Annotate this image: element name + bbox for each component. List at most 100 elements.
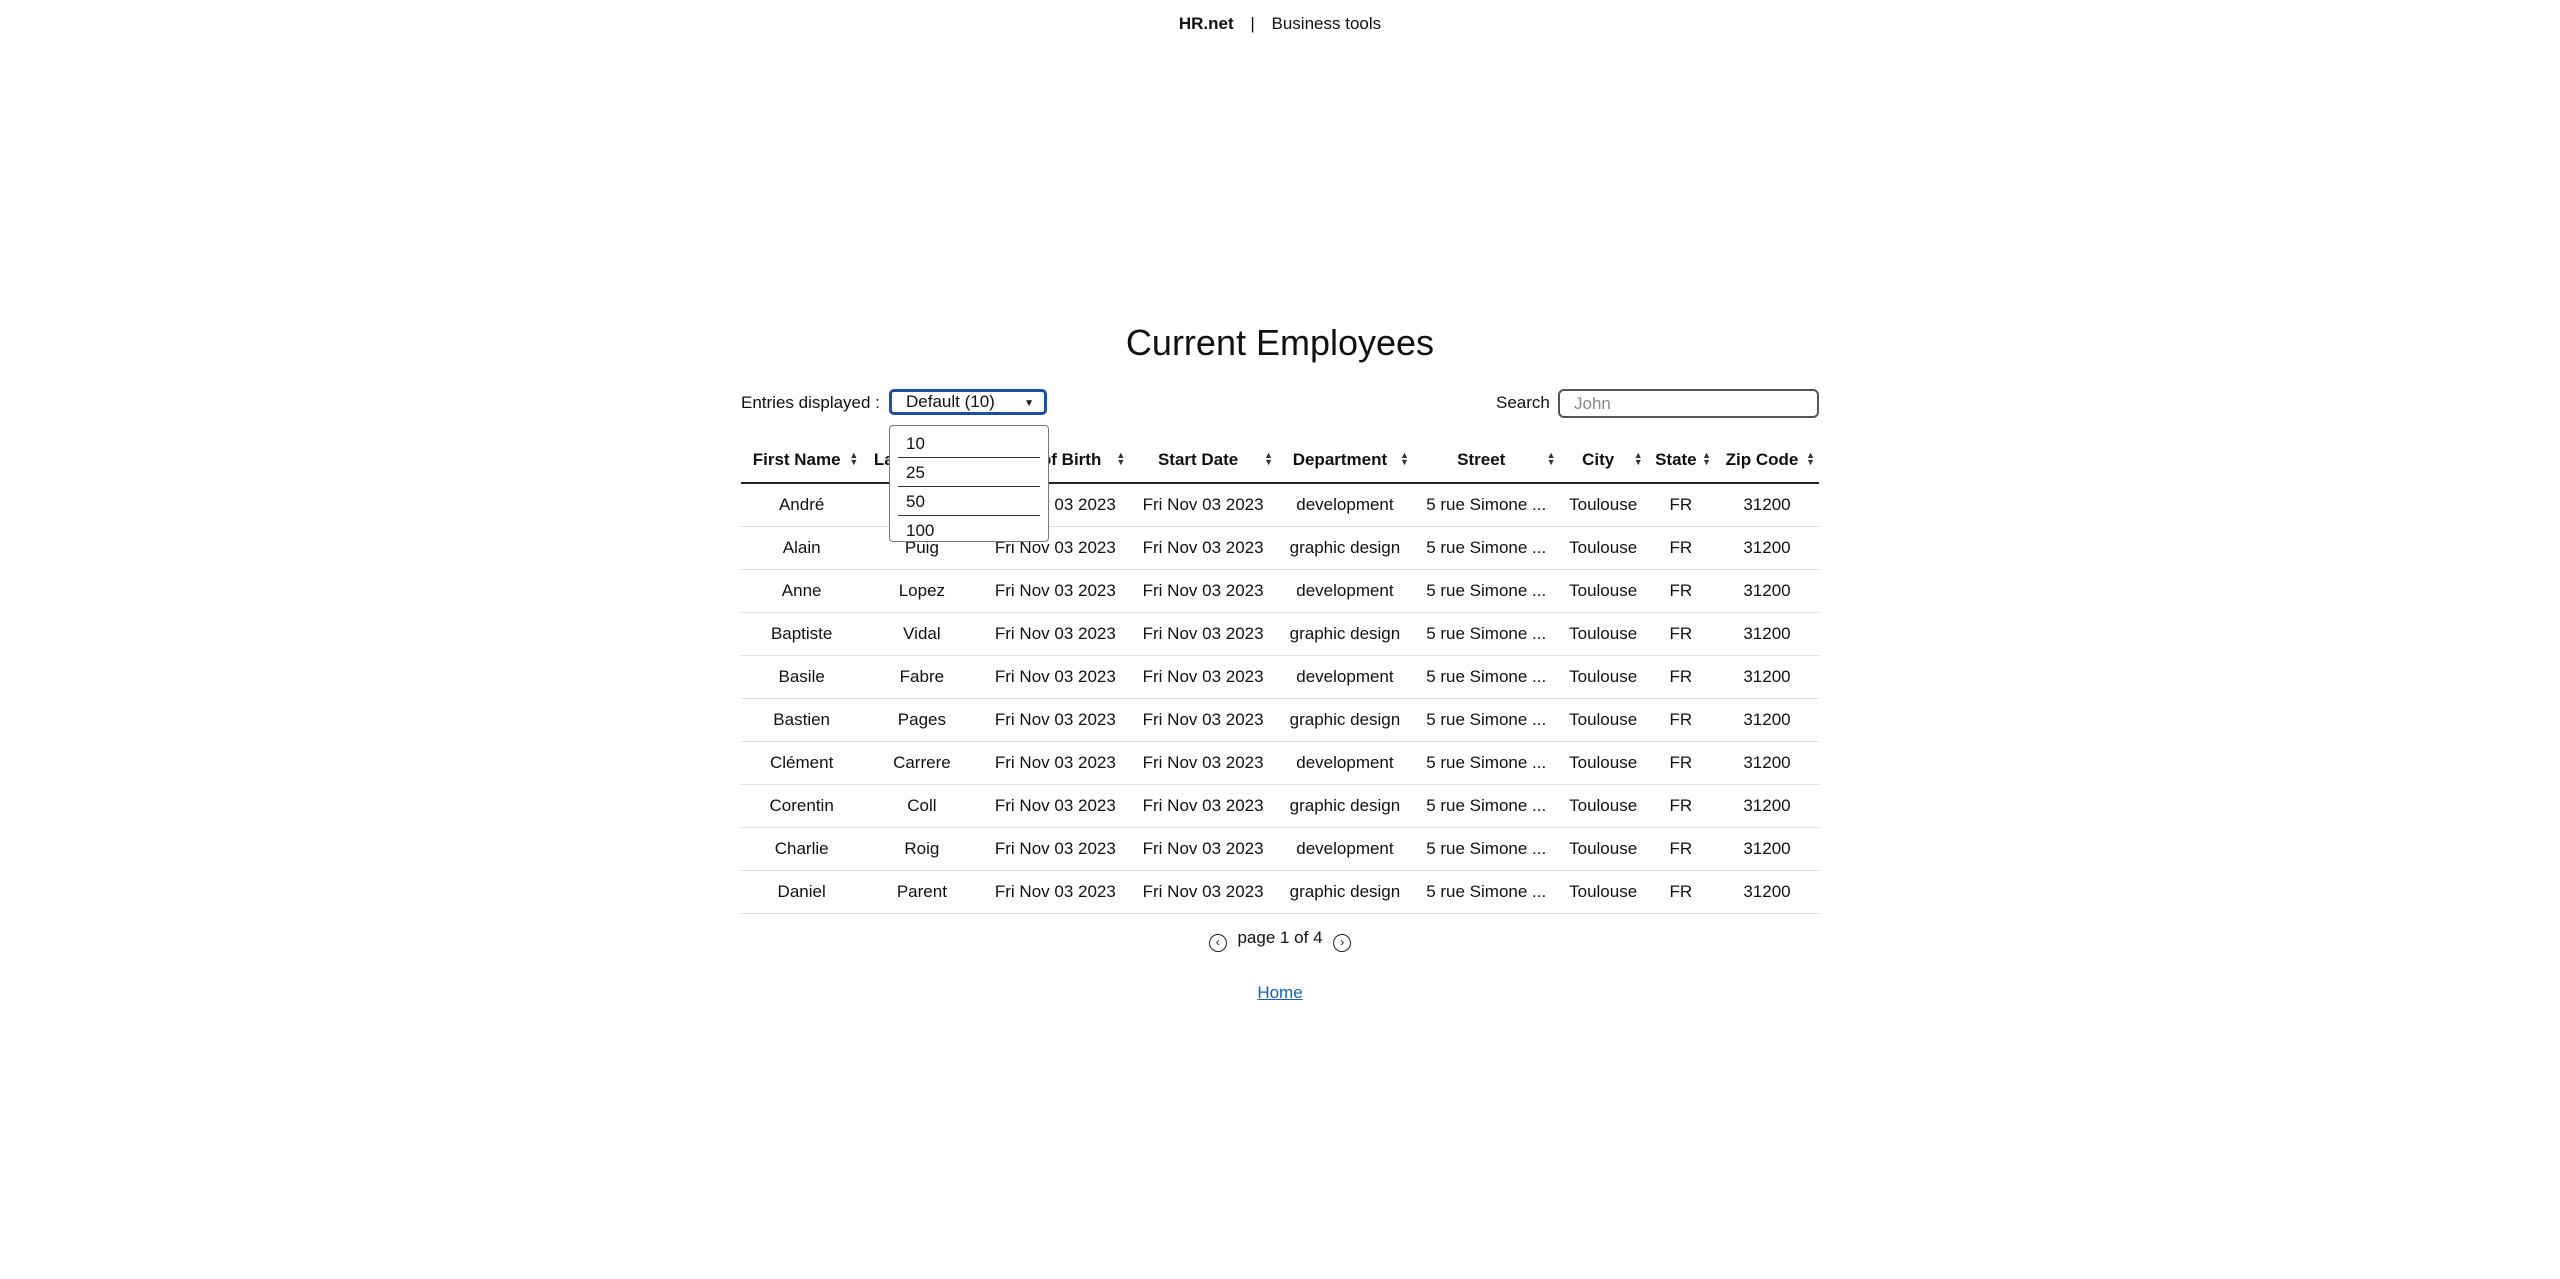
table-cell: development <box>1277 655 1413 699</box>
dropdown-caret-icon: ▼ <box>1024 398 1034 409</box>
table-cell: 31200 <box>1714 870 1819 914</box>
table-cell: Fri Nov 03 2023 <box>981 827 1130 871</box>
header-separator: | <box>1250 14 1255 33</box>
column-header[interactable]: Street ▲ ▼ <box>1412 438 1560 484</box>
table-cell: FR <box>1646 870 1715 914</box>
entries-option[interactable]: 10 <box>898 430 1040 458</box>
table-cell: Fri Nov 03 2023 <box>981 698 1130 742</box>
table-cell: Fri Nov 03 2023 <box>1129 698 1277 742</box>
table-cell: FR <box>1646 526 1715 570</box>
column-header[interactable]: Zip Code ▲ ▼ <box>1714 438 1819 484</box>
table-cell: Carrere <box>862 741 982 785</box>
table-row: Basile Fabre Fri Nov 03 2023 Fri Nov 03 202… <box>741 655 1819 699</box>
sort-icon[interactable]: ▲▼ <box>1547 451 1556 467</box>
table-cell: 31200 <box>1714 483 1819 527</box>
entries-option[interactable]: 50 <box>898 488 1040 516</box>
column-header[interactable]: State ▲ ▼ <box>1646 438 1715 484</box>
table-cell: 31200 <box>1714 526 1819 570</box>
table-cell: Charlie <box>741 827 863 871</box>
table-cell: Fri Nov 03 2023 <box>1129 784 1277 828</box>
table-cell: Toulouse <box>1559 655 1647 699</box>
table-row: Bastien Pages Fri Nov 03 2023 Fri Nov 03 20… <box>741 698 1819 742</box>
entries-dropdown-list: 10 25 50 100 <box>889 425 1049 542</box>
search-label: Search <box>1496 393 1550 412</box>
chevron-right-circle-icon[interactable]: › <box>1333 934 1352 952</box>
sort-icon[interactable]: ▲▼ <box>1702 451 1711 467</box>
table-cell: 31200 <box>1714 698 1819 742</box>
table-cell: development <box>1277 569 1413 613</box>
table-cell: graphic design <box>1277 612 1413 656</box>
table-cell: Fri Nov 03 2023 <box>981 655 1130 699</box>
table-cell: Daniel <box>741 870 863 914</box>
sort-icon[interactable]: ▲▼ <box>849 451 858 467</box>
table-cell: Coll <box>862 784 982 828</box>
table-row: Daniel Parent Fri Nov 03 2023 Fri Nov 03 20… <box>741 870 1819 914</box>
table-cell: FR <box>1646 655 1715 699</box>
home-link-container: Home <box>0 983 2560 1003</box>
search-input[interactable] <box>1558 389 1819 418</box>
table-cell: Fri Nov 03 2023 <box>1129 526 1277 570</box>
table-cell: Parent <box>862 870 982 914</box>
table-cell: Bastien <box>741 698 863 742</box>
table-cell: graphic design <box>1277 698 1413 742</box>
column-header[interactable]: Start Date ▲ ▼ <box>1129 438 1277 484</box>
table-cell: Anne <box>741 569 863 613</box>
table-cell: Fri Nov 03 2023 <box>981 569 1130 613</box>
table-cell: 31200 <box>1714 655 1819 699</box>
table-cell: FR <box>1646 784 1715 828</box>
table-cell: 5 rue Simone ... <box>1412 526 1560 570</box>
entries-option[interactable]: 25 <box>898 459 1040 487</box>
table-cell: Toulouse <box>1559 526 1647 570</box>
table-cell: Toulouse <box>1559 483 1647 527</box>
home-link[interactable]: Home <box>1257 983 1302 1002</box>
table-cell: Toulouse <box>1559 612 1647 656</box>
column-header-label: State <box>1655 450 1697 469</box>
table-cell: 5 rue Simone ... <box>1412 569 1560 613</box>
table-cell: Lopez <box>862 569 982 613</box>
table-cell: Fri Nov 03 2023 <box>1129 612 1277 656</box>
sort-icon[interactable]: ▲▼ <box>1634 451 1643 467</box>
table-cell: 5 rue Simone ... <box>1412 827 1560 871</box>
sort-icon[interactable]: ▲▼ <box>1116 451 1125 467</box>
table-body: AndréMartinFri Nov 03 2023Fri Nov 03 202… <box>741 483 1819 914</box>
table-cell: 5 rue Simone ... <box>1412 655 1560 699</box>
table-cell: Toulouse <box>1559 827 1647 871</box>
table-cell: Basile <box>741 655 863 699</box>
table-cell: Fabre <box>862 655 982 699</box>
table-cell: FR <box>1646 827 1715 871</box>
column-header[interactable]: City ▲ ▼ <box>1559 438 1647 484</box>
table-cell: Pages <box>862 698 982 742</box>
table-row: Anne Lopez Fri Nov 03 2023 Fri Nov 03 2023 d… <box>741 569 1819 613</box>
table-cell: Fri Nov 03 2023 <box>981 612 1130 656</box>
table-cell: 31200 <box>1714 741 1819 785</box>
column-header[interactable]: First Name ▲ ▼ <box>741 438 863 484</box>
table-cell: Roig <box>862 827 982 871</box>
table-cell: Toulouse <box>1559 698 1647 742</box>
table-row: Corentin Coll Fri Nov 03 2023 Fri Nov 03 20… <box>741 784 1819 828</box>
brand-subtitle: Business tools <box>1271 14 1382 33</box>
table-row: Charlie Roig Fri Nov 03 2023 Fri Nov 03 202… <box>741 827 1819 871</box>
table-cell: Toulouse <box>1559 741 1647 785</box>
sort-icon[interactable]: ▲▼ <box>1264 451 1273 467</box>
entries-selected-value: Default (10) <box>906 392 995 411</box>
table-cell: Fri Nov 03 2023 <box>981 741 1130 785</box>
table-cell: Fri Nov 03 2023 <box>1129 569 1277 613</box>
column-header-label: Department <box>1292 450 1388 469</box>
sort-icon[interactable]: ▲▼ <box>1400 451 1409 467</box>
table-cell: 5 rue Simone ... <box>1412 698 1560 742</box>
table-cell: Corentin <box>741 784 863 828</box>
table-cell: Clément <box>741 741 863 785</box>
table-cell: 5 rue Simone ... <box>1412 870 1560 914</box>
brand-name[interactable]: HR.net <box>1179 14 1234 33</box>
entries-select[interactable]: Default (10) ▼ <box>889 389 1047 415</box>
column-header-label: City <box>1582 450 1615 469</box>
entries-option[interactable]: 100 <box>898 517 1040 544</box>
column-header[interactable]: Department ▲ ▼ <box>1277 438 1413 484</box>
chevron-left-circle-icon[interactable]: ‹ <box>1208 934 1227 952</box>
table-cell: 5 rue Simone ... <box>1412 483 1560 527</box>
table-cell: graphic design <box>1277 526 1413 570</box>
sort-icon[interactable]: ▲▼ <box>1806 451 1815 467</box>
table-cell: graphic design <box>1277 870 1413 914</box>
table-cell: FR <box>1646 698 1715 742</box>
table-cell: development <box>1277 741 1413 785</box>
